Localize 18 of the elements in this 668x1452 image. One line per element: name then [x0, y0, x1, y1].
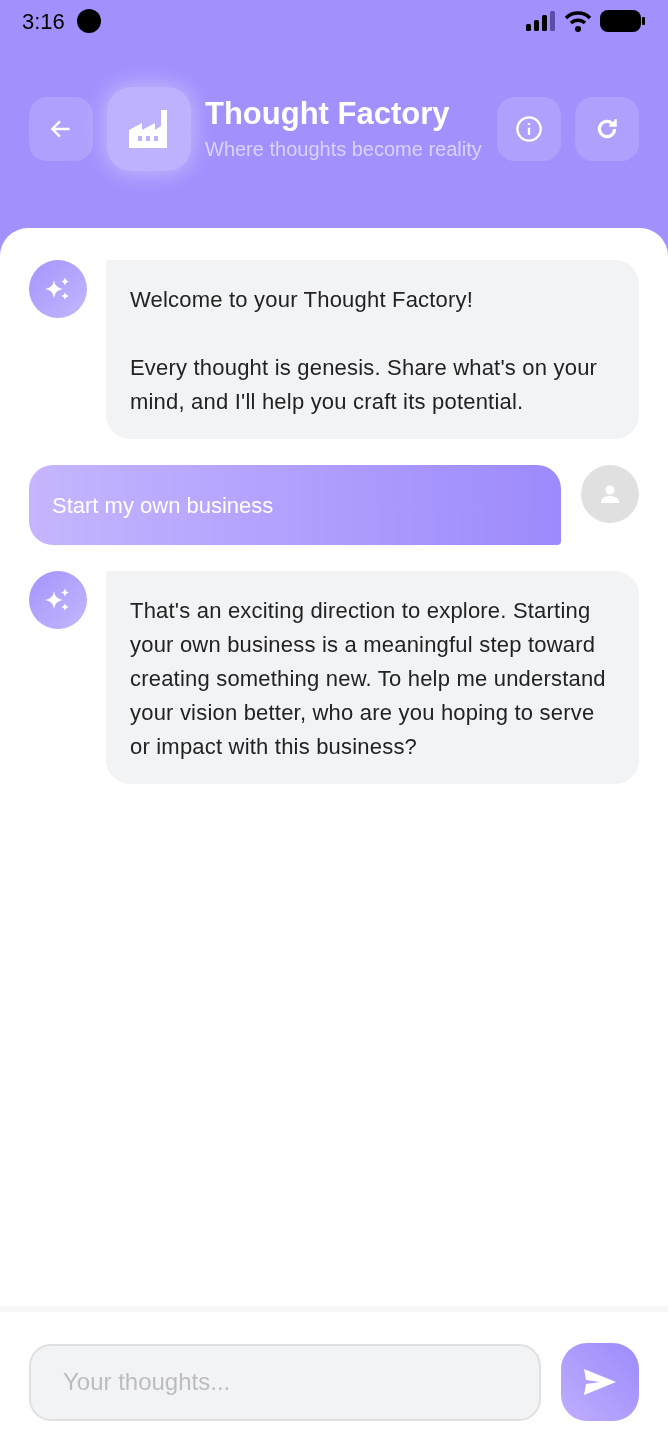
factory-icon [129, 110, 169, 148]
assistant-message: That's an exciting direction to explore. Starting your own business is a meaningful step toward creating something new. To help me understand your vision better, who are you hoping to serve or impact with this business? [106, 571, 639, 784]
status-time: 3:16 [22, 7, 65, 36]
message-input[interactable]: Your thoughts... [29, 1343, 541, 1421]
info-icon [515, 115, 543, 143]
refresh-button[interactable] [575, 97, 639, 161]
camera-icon [76, 9, 101, 33]
send-icon [584, 1369, 616, 1395]
back-button[interactable] [29, 97, 93, 161]
battery-icon [600, 10, 646, 32]
info-button[interactable] [497, 97, 561, 161]
assistant-message: Welcome to your Thought Factory! Every thought is genesis. Share what's on your mind, and I'll help you craft its potential. [106, 260, 639, 439]
app-title: Thought Factory [205, 94, 451, 133]
wifi-icon [564, 10, 592, 32]
app-subtitle: Where thoughts become reality [205, 136, 483, 162]
user-message: Start my own business [29, 465, 561, 545]
signal-icon [526, 11, 556, 31]
send-button[interactable] [561, 1343, 639, 1421]
